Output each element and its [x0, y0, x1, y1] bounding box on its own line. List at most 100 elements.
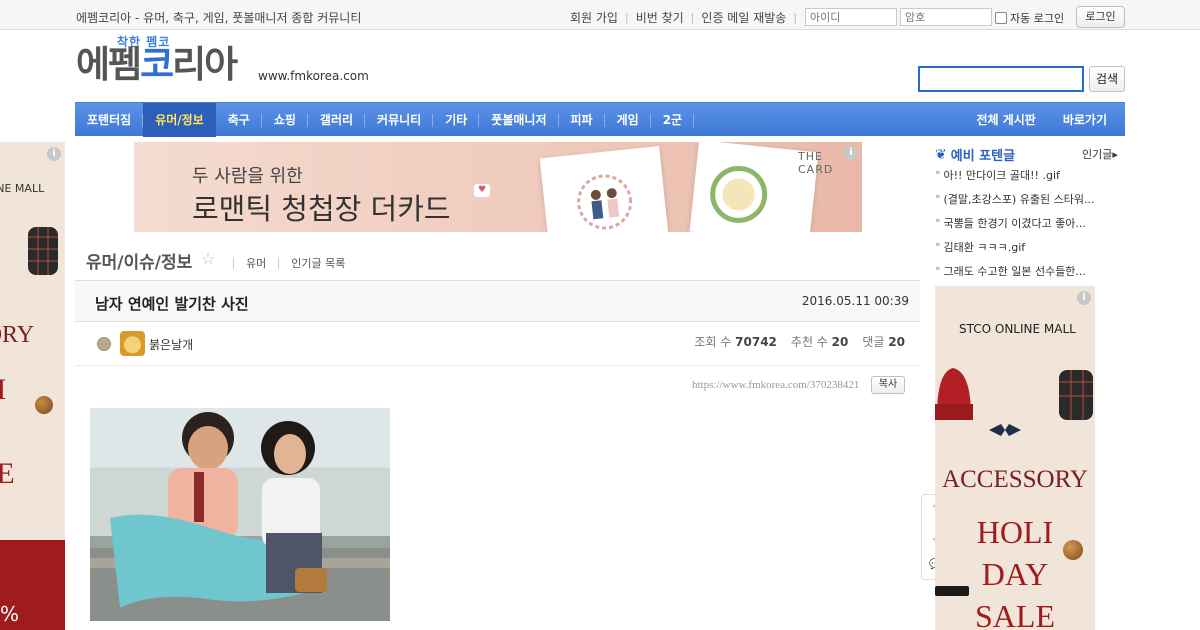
recommend-count: 20	[831, 335, 849, 349]
post-photo-illustration	[90, 412, 390, 621]
ornament-icon	[35, 396, 53, 414]
sidebar-more-text: 인기글	[1082, 148, 1113, 161]
post-permalink[interactable]: https://www.fmkorea.com/370238421	[692, 379, 859, 391]
board-title[interactable]: 유머/이슈/정보	[86, 248, 192, 273]
ad-info-icon[interactable]: i	[844, 146, 858, 160]
list-item[interactable]: 국뽕들 한경기 이겼다고 좋아...	[935, 216, 1120, 240]
post-header: 남자 연예인 발기찬 사진 2016.05.11 00:39	[75, 280, 920, 322]
ad-accessory-text: SSORY	[0, 322, 35, 348]
checkbox-box[interactable]	[995, 12, 1007, 24]
couple-illustration-icon	[577, 174, 633, 230]
ad-brand-text: STCO ONLINE MALL	[959, 322, 1076, 336]
banner-line1: 두 사람을 위한	[192, 166, 303, 187]
post-date: 2016.05.11 00:39	[801, 294, 909, 308]
top-bar: 에펨코리아 - 유머, 축구, 게임, 풋볼매니저 종합 커뮤니티 회원 가입 …	[0, 0, 1200, 30]
search-input[interactable]	[918, 66, 1084, 92]
page-root: 에펨코리아 - 유머, 축구, 게임, 풋볼매니저 종합 커뮤니티 회원 가입 …	[0, 0, 1200, 630]
nav-label: 피파	[570, 112, 593, 127]
auto-login-label: 자동 로그인	[1010, 12, 1065, 25]
separator	[278, 257, 280, 269]
post-author[interactable]: 붉은날개	[149, 336, 193, 353]
board-link-humor[interactable]: 유머	[246, 255, 266, 271]
post-image	[90, 408, 390, 621]
nav-item-game[interactable]: 게임	[605, 103, 651, 137]
site-description: 에펨코리아 - 유머, 축구, 게임, 풋볼매니저 종합 커뮤니티	[76, 11, 362, 25]
login-button[interactable]: 로그인	[1076, 6, 1125, 28]
resend-mail-link[interactable]: 인증 메일 재발송	[701, 9, 786, 26]
post-title[interactable]: 남자 연예인 발기찬 사진	[95, 293, 249, 314]
nav-item-humor[interactable]: 유머/정보	[143, 102, 216, 137]
ad-holi-text: LI	[0, 373, 7, 406]
sidebar-post-list: 아!! 만다이크 골대!! .gif (결말,초강스포) 유출된 스타워... …	[935, 168, 1120, 288]
ad-info-icon[interactable]: i	[1077, 291, 1091, 305]
sidebar-more-link[interactable]: 인기글▸	[1082, 146, 1118, 162]
logo-text-c: 리아	[172, 43, 238, 86]
nav-item-fifa[interactable]: 피파	[559, 103, 605, 137]
right-side-ad[interactable]: i STCO ONLINE MALL ACCESSORY HOLI DAY SA…	[935, 286, 1095, 630]
nav-label: 풋볼매니저	[491, 112, 547, 127]
nav-label: 게임	[616, 112, 639, 127]
nav-label: 갤러리	[319, 112, 354, 127]
nav-item-soccer[interactable]: 축구	[216, 103, 262, 137]
find-password-link[interactable]: 비번 찾기	[636, 9, 684, 26]
nav-all-boards[interactable]: 전체 게시판	[967, 103, 1053, 137]
logo-url: www.fmkorea.com	[258, 69, 369, 83]
nav-label: 유머/정보	[155, 112, 204, 127]
login-password-input[interactable]	[900, 8, 992, 26]
belt-icon	[935, 586, 969, 596]
main-nav: 포텐터짐 유머/정보 축구 쇼핑 갤러리 커뮤니티 기타 풋볼매니저 피파 게임…	[75, 102, 1125, 137]
views-stat: 조회 수 70742	[694, 333, 777, 350]
nav-label: 쇼핑	[273, 112, 296, 127]
logo-text-b: 코	[140, 43, 174, 86]
list-item[interactable]: 그래도 수고한 일본 선수들한...	[935, 264, 1120, 288]
nav-item-poten[interactable]: 포텐터짐	[75, 103, 144, 137]
comments-stat: 댓글 20	[862, 333, 905, 350]
sidebar-flower-icon: ❦	[935, 146, 947, 163]
nav-item-gallery[interactable]: 갤러리	[308, 103, 366, 137]
nav-label: 기타	[445, 112, 468, 127]
comments-count: 20	[888, 335, 905, 349]
nav-item-football-manager[interactable]: 풋볼매니저	[479, 103, 559, 137]
copy-button[interactable]: 복사	[871, 376, 905, 394]
views-label: 조회 수	[694, 335, 732, 349]
nav-item-2gun[interactable]: 2군	[651, 103, 695, 137]
left-side-ad[interactable]: i ONLINE MALL SSORY LI Y LE %	[0, 142, 65, 630]
chevron-right-icon: ▸	[1112, 148, 1118, 161]
account-links: 회원 가입 | 비번 찾기 | 인증 메일 재발송 |	[570, 9, 804, 26]
sidebar-title-text: 예비 포텐글	[950, 149, 1016, 164]
nav-item-etc[interactable]: 기타	[433, 103, 480, 137]
nav-label: 포텐터짐	[87, 112, 132, 127]
banner-line2: 로맨틱 청첩장 더카드	[192, 192, 451, 226]
board-links: 유머 인기글 목록	[233, 255, 357, 271]
post-stats: 조회 수 70742 추천 수 20 댓글 20	[680, 333, 905, 350]
nav-shortcut[interactable]: 바로가기	[1054, 103, 1125, 137]
search-button[interactable]: 검색	[1089, 66, 1125, 92]
ad-red-panel: %	[0, 540, 65, 630]
star-icon[interactable]: ☆	[201, 249, 215, 268]
board-link-popular[interactable]: 인기글 목록	[291, 255, 345, 271]
ad-sale-text: LE	[0, 457, 15, 490]
nav-item-shopping[interactable]: 쇼핑	[262, 103, 308, 137]
gloves-icon	[28, 227, 58, 275]
signup-link[interactable]: 회원 가입	[570, 9, 618, 26]
separator: |	[690, 11, 695, 24]
sidebar-title[interactable]: ❦ 예비 포텐글	[935, 145, 1016, 165]
ad-info-icon[interactable]: i	[47, 147, 61, 161]
avatar[interactable]	[120, 331, 145, 356]
list-item[interactable]: (결말,초강스포) 유출된 스타워...	[935, 192, 1120, 216]
ad-sale-text: SALE	[975, 598, 1055, 630]
post-meta: 붉은날개 조회 수 70742 추천 수 20 댓글 20	[75, 322, 920, 366]
level-icon	[97, 337, 111, 351]
list-item[interactable]: 아!! 만다이크 골대!! .gif	[935, 168, 1120, 192]
nav-item-community[interactable]: 커뮤니티	[365, 103, 434, 137]
nav-label: 2군	[662, 112, 683, 127]
ad-accessory-text: ACCESSORY	[942, 466, 1088, 493]
separator: |	[793, 11, 798, 24]
auto-login-checkbox[interactable]: 자동 로그인	[995, 10, 1064, 26]
recommend-label: 추천 수	[790, 335, 828, 349]
beanie-icon	[935, 368, 1093, 436]
list-item[interactable]: 김태환 ㅋㅋㅋ.gif	[935, 240, 1120, 264]
top-banner-ad[interactable]: 두 사람을 위한 로맨틱 청첩장 더카드 ♥ THE CARD i	[134, 142, 862, 232]
login-id-input[interactable]	[805, 8, 897, 26]
site-logo[interactable]: 에펨코리아	[76, 43, 238, 87]
